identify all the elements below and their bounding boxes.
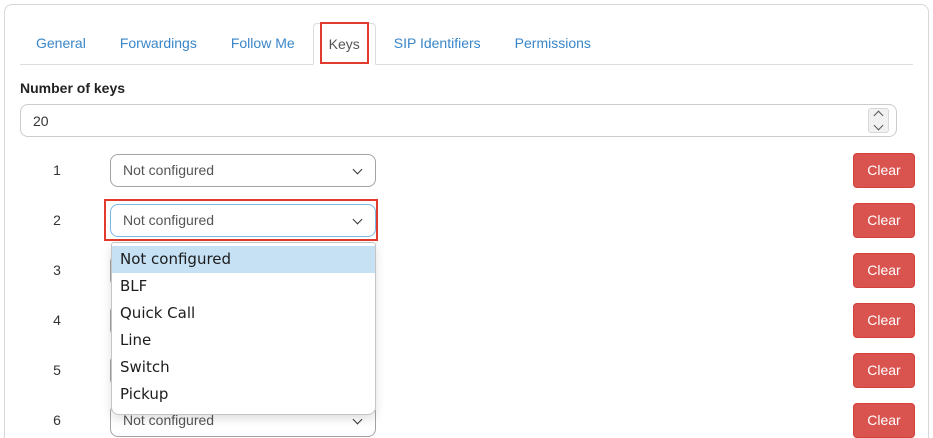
tab-follow-me[interactable]: Follow Me [215,22,311,64]
phone-keys-settings-page: General Forwardings Follow Me Keys SIP I… [0,0,933,438]
key-2-select-value: Not configured [123,212,214,228]
select-dropdown-menu: Not configured BLF Quick Call Line Switc… [111,242,376,415]
tab-forwardings[interactable]: Forwardings [104,22,213,64]
key-5-clear-button[interactable]: Clear [853,353,915,388]
dropdown-option-switch[interactable]: Switch [112,354,375,381]
dropdown-option-quick-call[interactable]: Quick Call [112,300,375,327]
key-3-clear-button[interactable]: Clear [853,253,915,288]
dropdown-option-blf[interactable]: BLF [112,273,375,300]
chevron-down-icon [353,165,363,175]
tab-permissions[interactable]: Permissions [499,22,607,64]
key-1-select[interactable]: Not configured [110,154,376,187]
key-4-clear-button[interactable]: Clear [853,303,915,338]
key-row-number: 6 [40,404,74,437]
stepper-down-icon[interactable] [874,121,884,131]
dropdown-option-line[interactable]: Line [112,327,375,354]
key-row-number: 2 [40,204,74,237]
key-1-clear-button[interactable]: Clear [853,153,915,188]
tab-sip-identifiers[interactable]: SIP Identifiers [378,22,497,64]
number-of-keys-input[interactable] [20,104,897,137]
tab-bar: General Forwardings Follow Me Keys SIP I… [20,22,913,65]
dropdown-option-pickup[interactable]: Pickup [112,381,375,408]
key-row-number: 1 [40,154,74,187]
key-2-select[interactable]: Not configured [110,204,376,237]
chevron-down-icon [353,215,363,225]
key-row-number: 4 [40,304,74,337]
key-1-select-value: Not configured [123,162,214,178]
tab-keys[interactable]: Keys [313,23,376,65]
key-row-number: 3 [40,254,74,287]
tab-general[interactable]: General [20,22,102,64]
chevron-down-icon [353,415,363,425]
number-of-keys-label: Number of keys [20,80,125,96]
key-2-clear-button[interactable]: Clear [853,203,915,238]
key-row-number: 5 [40,354,74,387]
tab-keys-label: Keys [329,36,360,52]
stepper-up-icon[interactable] [874,111,884,121]
number-stepper[interactable] [868,108,889,133]
dropdown-option-not-configured[interactable]: Not configured [112,246,375,273]
key-6-clear-button[interactable]: Clear [853,403,915,438]
